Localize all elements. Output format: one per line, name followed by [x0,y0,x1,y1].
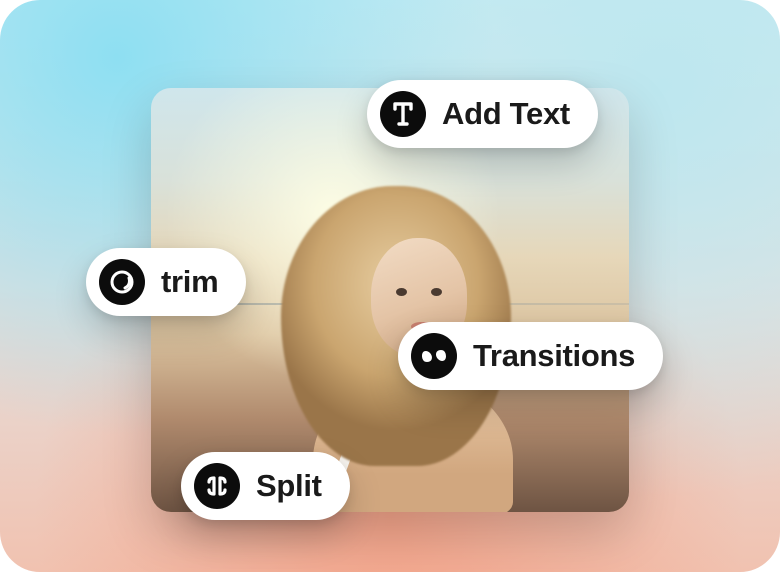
text-icon [380,91,426,137]
split-button[interactable]: Split [181,452,350,520]
split-label: Split [256,468,322,504]
promo-card: Add Text trim Transitions Split [0,0,780,572]
trim-button[interactable]: trim [86,248,246,316]
trim-icon [99,259,145,305]
transitions-button[interactable]: Transitions [398,322,663,390]
transitions-icon [411,333,457,379]
split-icon [194,463,240,509]
trim-label: trim [161,264,218,300]
transitions-label: Transitions [473,338,635,374]
add-text-label: Add Text [442,96,570,132]
add-text-button[interactable]: Add Text [367,80,598,148]
